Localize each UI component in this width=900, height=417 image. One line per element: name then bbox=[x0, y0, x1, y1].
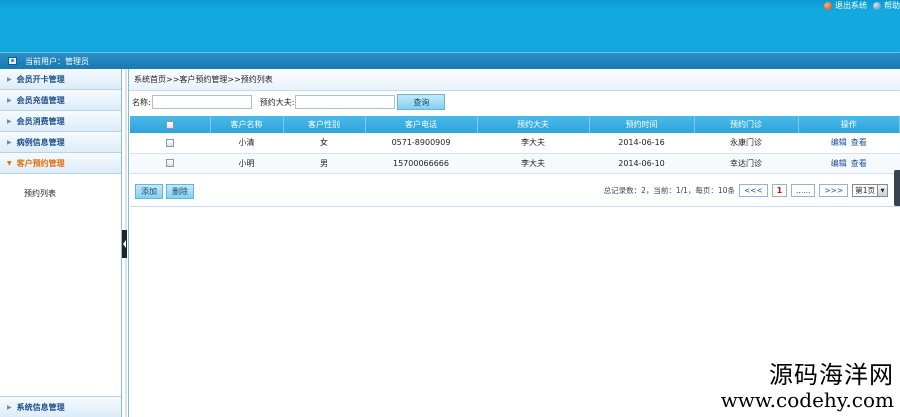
delete-button[interactable]: 删除 bbox=[166, 184, 194, 199]
prev-page-button[interactable]: <<< bbox=[738, 184, 768, 197]
chevron-down-icon: ▼ bbox=[877, 185, 887, 196]
chevron-right-icon: ▶ bbox=[7, 75, 12, 83]
doctor-input[interactable] bbox=[295, 95, 396, 109]
top-banner: 退出系统 帮助 bbox=[0, 0, 900, 52]
table-header-row: 客户名称 客户性别 客户电话 预约大夫 预约时间 预约门诊 操作 bbox=[130, 116, 900, 133]
col-header: 客户电话 bbox=[365, 116, 478, 133]
page-select-value: 第1页 bbox=[855, 186, 875, 195]
row-checkbox[interactable] bbox=[166, 159, 174, 167]
cell-phone: 15700066666 bbox=[365, 153, 477, 174]
top-links: 退出系统 帮助 bbox=[824, 0, 900, 11]
current-user-text: 当前用户：管理员 bbox=[25, 56, 89, 66]
user-bar: 当前用户：管理员 bbox=[0, 52, 900, 69]
cell-time: 2014-06-16 bbox=[589, 133, 694, 154]
sidebar: ▶ 会员开卡管理 ▶ 会员充值管理 ▶ 会员消费管理 ▶ 病例信息管理 ▼ 客户… bbox=[0, 69, 122, 417]
help-label: 帮助 bbox=[884, 1, 900, 10]
sidebar-item-recharge[interactable]: ▶ 会员充值管理 bbox=[0, 90, 121, 111]
row-select-cell bbox=[130, 153, 210, 174]
cell-gender: 女 bbox=[283, 133, 365, 154]
sidebar-item-appointments[interactable]: ▼ 客户预约管理 bbox=[0, 153, 121, 174]
add-button[interactable]: 添加 bbox=[135, 184, 163, 199]
col-header: 操作 bbox=[798, 116, 900, 133]
pager-summary: 总记录数：2，当前：1/1，每页：10条 bbox=[603, 186, 735, 195]
col-header: 预约时间 bbox=[589, 116, 695, 133]
name-label: 名称: bbox=[132, 97, 151, 107]
appointment-table: 客户名称 客户性别 客户电话 预约大夫 预约时间 预约门诊 操作 小清 女 05… bbox=[130, 116, 900, 174]
sidebar-item-label: 会员充值管理 bbox=[16, 95, 65, 105]
sidebar-item-card[interactable]: ▶ 会员开卡管理 bbox=[0, 69, 121, 90]
scrollbar-handle[interactable] bbox=[894, 170, 900, 206]
watermark-line1: 源码海洋网 bbox=[769, 361, 894, 389]
cell-clinic: 幸达门诊 bbox=[694, 153, 798, 174]
logout-link[interactable]: 退出系统 bbox=[824, 0, 867, 11]
edit-link[interactable]: 编辑 bbox=[831, 159, 847, 168]
doctor-label: 预约大夫: bbox=[259, 97, 295, 107]
cell-name: 小清 bbox=[210, 133, 283, 154]
cell-doctor: 李大夫 bbox=[477, 133, 589, 154]
view-link[interactable]: 查看 bbox=[851, 159, 867, 168]
select-all-header bbox=[130, 116, 211, 133]
page-select[interactable]: 第1页 ▼ bbox=[852, 184, 888, 197]
sidebar-item-label: 病例信息管理 bbox=[16, 137, 65, 147]
row-select-cell bbox=[130, 133, 210, 154]
cell-actions: 编辑 查看 bbox=[798, 153, 900, 174]
sidebar-item-consume[interactable]: ▶ 会员消费管理 bbox=[0, 111, 121, 132]
cell-clinic: 永康门诊 bbox=[694, 133, 798, 154]
chevron-right-icon: ▶ bbox=[7, 117, 12, 125]
sidebar-item-cases[interactable]: ▶ 病例信息管理 bbox=[0, 132, 121, 153]
view-link[interactable]: 查看 bbox=[851, 138, 867, 147]
logout-label: 退出系统 bbox=[835, 1, 867, 10]
pagination: 总记录数：2，当前：1/1，每页：10条 <<< 1 ...... >>> 第1… bbox=[604, 184, 888, 197]
edit-link[interactable]: 编辑 bbox=[831, 138, 847, 147]
row-checkbox[interactable] bbox=[166, 138, 174, 147]
watermark-line2: www.codehy.com bbox=[720, 388, 894, 412]
help-link[interactable]: 帮助 bbox=[873, 0, 900, 11]
user-icon bbox=[8, 57, 17, 65]
table-footer: 添加 删除 总记录数：2，当前：1/1，每页：10条 <<< 1 ...... … bbox=[130, 177, 900, 207]
col-header: 客户名称 bbox=[210, 116, 284, 133]
col-header: 预约门诊 bbox=[694, 116, 799, 133]
submenu-item-appointment-list[interactable]: 预约列表 bbox=[24, 188, 121, 199]
search-button[interactable]: 查询 bbox=[397, 94, 446, 110]
chevron-right-icon: ▶ bbox=[7, 138, 12, 146]
logout-icon bbox=[824, 1, 832, 10]
sidebar-item-label: 系统信息管理 bbox=[16, 402, 65, 412]
search-bar: 名称: 预约大夫: 查询 bbox=[129, 91, 900, 113]
sidebar-item-label: 客户预约管理 bbox=[16, 158, 65, 168]
sidebar-item-system[interactable]: ▶ 系统信息管理 bbox=[0, 396, 121, 417]
cell-phone: 0571-8900909 bbox=[365, 133, 477, 154]
table-row: 小清 女 0571-8900909 李大夫 2014-06-16 永康门诊 编辑… bbox=[130, 133, 900, 154]
table-row: 小明 男 15700066666 李大夫 2014-06-10 幸达门诊 编辑查… bbox=[130, 153, 900, 174]
breadcrumb: 系统首页>>客户预约管理>>预约列表 bbox=[129, 69, 900, 91]
cell-gender: 男 bbox=[283, 153, 365, 174]
select-all-checkbox[interactable] bbox=[165, 120, 174, 129]
name-input[interactable] bbox=[151, 95, 252, 109]
cell-doctor: 李大夫 bbox=[477, 153, 589, 174]
chevron-right-icon: ▶ bbox=[7, 403, 12, 411]
chevron-right-icon: ▶ bbox=[7, 96, 12, 104]
sidebar-item-label: 会员消费管理 bbox=[16, 116, 65, 126]
cell-actions: 编辑 查看 bbox=[798, 133, 900, 154]
sidebar-item-label: 会员开卡管理 bbox=[16, 74, 65, 84]
current-page-button[interactable]: 1 bbox=[771, 184, 788, 197]
sidebar-collapse-handle[interactable] bbox=[122, 230, 127, 258]
more-pages-button[interactable]: ...... bbox=[791, 184, 816, 197]
watermark: 源码海洋网 www.codehy.com bbox=[721, 361, 894, 411]
help-icon bbox=[873, 1, 881, 10]
next-page-button[interactable]: >>> bbox=[819, 184, 849, 197]
chevron-down-icon: ▼ bbox=[7, 159, 12, 167]
cell-time: 2014-06-10 bbox=[589, 153, 694, 174]
appointments-submenu: 预约列表 bbox=[0, 174, 121, 399]
col-header: 预约大夫 bbox=[477, 116, 590, 133]
col-header: 客户性别 bbox=[283, 116, 366, 133]
cell-name: 小明 bbox=[210, 153, 283, 174]
